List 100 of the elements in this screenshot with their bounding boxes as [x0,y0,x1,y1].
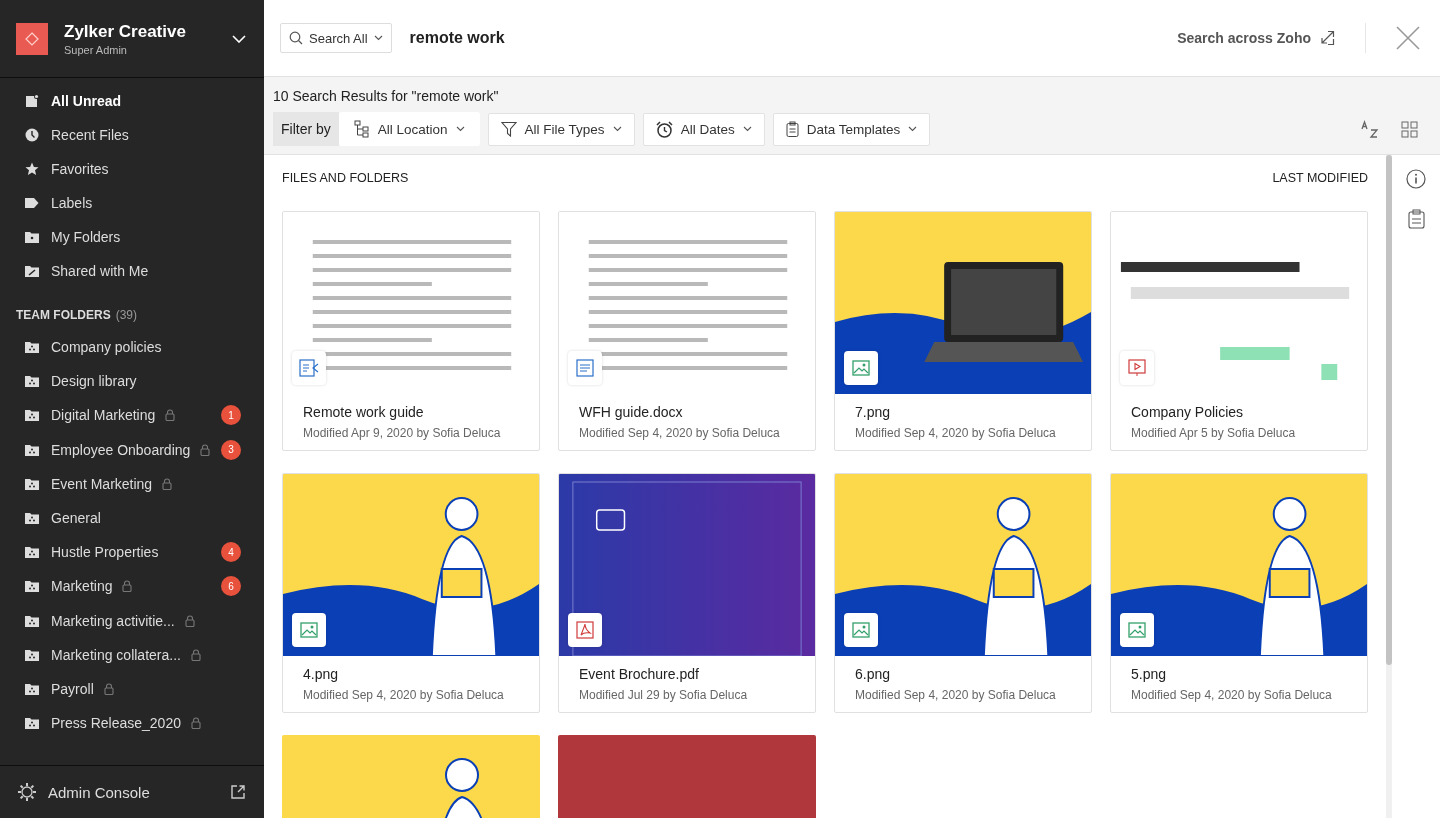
funnel-icon [500,121,517,137]
file-name: WFH guide.docx [579,404,684,420]
grid-view-icon[interactable] [1401,120,1418,138]
team-folder-item[interactable]: Marketing collatera... [0,637,264,672]
team-folder-item[interactable]: Hustle Properties 4 [0,535,264,570]
file-card[interactable]: 7.png Modified Sep 4, 2020 by Sofia Deluca [834,211,1092,451]
chevron-down-icon[interactable] [232,34,246,43]
document-file-icon [568,351,602,385]
search-icon [289,31,303,45]
file-name: Remote work guide [303,404,425,420]
external-link-icon [1319,30,1335,46]
file-details: Modified Sep 4, 2020 by Sofia Deluca [303,688,505,702]
nav-item[interactable]: Recent Files [0,118,264,152]
pdf-file-icon [568,613,602,647]
file-name: 6.png [855,666,892,682]
nav-item[interactable]: Favorites [0,152,264,186]
team-folder-icon [25,409,39,422]
chevron-down-icon [455,126,465,132]
filter-dropdown[interactable]: All File Types [487,112,635,146]
clipboard-icon [785,121,799,137]
team-folder-item[interactable]: Company policies [0,330,264,365]
team-folder-item[interactable]: Employee Onboarding 3 [0,432,264,467]
file-name: 5.png [1131,666,1168,682]
unread-count-badge: 1 [221,405,241,426]
info-icon[interactable] [1406,169,1426,189]
chevron-down-icon [612,126,622,132]
clock-icon [25,128,39,142]
team-folder-item[interactable]: General [0,500,264,536]
image-file-icon [844,613,878,647]
file-card[interactable]: WFH guide.docx Modified Sep 4, 2020 by Sofia Deluca [558,211,816,451]
filter-label: Filter by [273,112,339,146]
team-folder-icon [25,717,39,730]
chevron-down-icon [908,126,918,132]
image-file-icon [844,351,878,385]
file-card[interactable]: 4.png Modified Sep 4, 2020 by Sofia Deluca [282,473,540,713]
hierarchy-icon [353,120,370,138]
filter-dropdown[interactable]: Data Templates [772,112,931,146]
unread-count-badge: 3 [221,439,241,460]
file-details: Modified Sep 4, 2020 by Sofia Deluca [855,426,1057,440]
file-details: Modified Sep 4, 2020 by Sofia Deluca [855,688,1057,702]
external-link-icon[interactable] [230,784,246,800]
nav-item[interactable]: Shared with Me [0,254,264,288]
sort-alphabetical-icon[interactable] [1361,120,1379,138]
file-name: 7.png [855,404,892,420]
file-card[interactable]: 6.png Modified Sep 4, 2020 by Sofia Deluca [834,473,1092,713]
unread-count-badge: 4 [221,542,241,563]
team-folder-icon [25,580,39,593]
section-heading: TEAM FOLDERS [16,308,111,322]
nav-item[interactable]: My Folders [0,220,264,254]
file-details: Modified Sep 4, 2020 by Sofia Deluca [1131,688,1333,702]
image-file-icon [292,613,326,647]
team-folder-icon [25,477,39,490]
file-details: Modified Apr 5 by Sofia Deluca [1131,426,1297,440]
unread-icon [25,94,39,108]
close-icon[interactable] [1396,26,1420,50]
team-folder-icon [25,512,39,525]
search-across-link[interactable]: Search across Zoho [1171,29,1341,47]
presentation-file-icon [1120,351,1154,385]
team-folder-item[interactable]: Press Release_2020 [0,706,264,741]
file-details: Modified Sep 4, 2020 by Sofia Deluca [579,426,781,440]
team-folder-item[interactable]: Marketing activitie... [0,603,264,638]
team-folder-icon [25,341,39,354]
file-card[interactable]: 5.png Modified Sep 4, 2020 by Sofia Deluca [1110,473,1368,713]
team-folder-icon [25,375,39,388]
results-heading: 10 Search Results for "remote work" [273,88,499,104]
team-folder-item[interactable]: Digital Marketing 1 [0,398,264,433]
org-name: Zylker Creative [64,21,187,42]
team-folder-icon [25,648,39,661]
sort-label[interactable]: LAST MODIFIED [1272,171,1368,195]
settings-icon [17,782,37,802]
team-folder-item[interactable]: Design library [0,364,264,399]
nav-item[interactable]: Labels [0,186,264,220]
folder-icon [25,231,39,243]
team-folder-icon [25,682,39,695]
alarm-clock-icon [655,120,673,138]
filter-dropdown[interactable]: All Dates [642,112,765,146]
writer-file-icon [292,351,326,385]
file-details: Modified Jul 29 by Sofia Deluca [579,688,749,702]
team-folder-icon [25,443,39,456]
file-card[interactable]: Company Policies Modified Apr 5 by Sofia Deluca [1110,211,1368,451]
admin-console-link[interactable]: Admin Console [48,783,219,801]
file-details: Modified Apr 9, 2020 by Sofia Deluca [303,426,502,440]
filter-dropdown[interactable]: All Location [338,112,480,146]
file-card[interactable]: Event Brochure.pdf Modified Jul 29 by Sofia Deluca [558,473,816,713]
org-role: Super Admin [64,43,128,56]
scrollbar-thumb[interactable] [1386,155,1392,665]
clipboard-icon[interactable] [1407,209,1425,229]
image-file-icon [1120,613,1154,647]
file-card[interactable]: Remote work guide Modified Apr 9, 2020 by Sofia Deluca [282,211,540,451]
nav-item[interactable]: All Unread [0,84,264,118]
search-scope-dropdown[interactable]: Search All [280,23,392,53]
team-folder-item[interactable]: Payroll [0,671,264,707]
folder-count: (39) [115,308,137,322]
section-heading: FILES AND FOLDERS [282,171,409,187]
chevron-down-icon [373,35,383,41]
star-icon [25,162,39,176]
team-folder-item[interactable]: Marketing 6 [0,569,264,604]
team-folder-item[interactable]: Event Marketing [0,466,264,501]
label-icon [25,197,39,209]
org-logo [16,22,48,55]
